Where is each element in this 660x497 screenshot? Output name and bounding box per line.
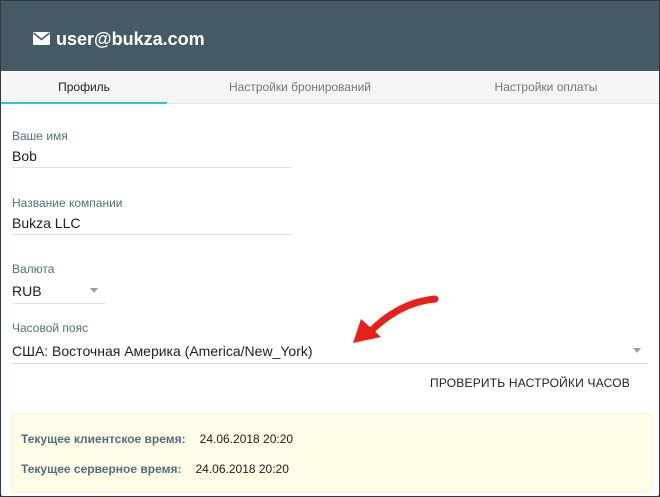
timezone-select[interactable]: США: Восточная Америка (America/New_York… (12, 341, 648, 364)
check-clock-settings-button[interactable]: ПРОВЕРИТЬ НАСТРОЙКИ ЧАСОВ (422, 374, 638, 392)
chevron-down-icon (633, 348, 641, 353)
profile-dialog: user@bukza.com Профиль Настройки брониро… (0, 0, 660, 497)
mail-icon (33, 32, 50, 45)
server-time-label: Текущее серверное время: (21, 462, 182, 476)
time-info-box: Текущее клиентское время: 24.06.2018 20:2… (11, 413, 652, 493)
company-input[interactable] (12, 212, 292, 235)
user-email: user@bukza.com (56, 29, 205, 49)
tab-payment-settings[interactable]: Настройки оплаты (433, 71, 659, 103)
tab-profile[interactable]: Профиль (1, 71, 167, 104)
name-label: Ваше имя (12, 129, 68, 143)
tab-booking-settings[interactable]: Настройки бронирований (167, 71, 433, 103)
timezone-value: США: Восточная Америка (America/New_York… (12, 343, 313, 359)
chevron-down-icon (90, 288, 98, 293)
dialog-header: user@bukza.com (1, 1, 659, 71)
server-time-row: Текущее серверное время: 24.06.2018 20:20 (21, 462, 289, 476)
server-time-value: 24.06.2018 20:20 (195, 462, 289, 476)
red-arrow-icon (353, 295, 439, 343)
client-time-row: Текущее клиентское время: 24.06.2018 20:2… (21, 432, 293, 446)
client-time-label: Текущее клиентское время: (21, 432, 186, 446)
company-label: Название компании (12, 196, 123, 210)
name-input[interactable] (12, 145, 292, 168)
tab-bar: Профиль Настройки бронирований Настройки… (1, 71, 659, 104)
currency-label: Валюта (12, 262, 55, 276)
currency-value: RUB (12, 283, 42, 299)
client-time-value: 24.06.2018 20:20 (199, 432, 294, 446)
timezone-label: Часовой пояс (12, 321, 89, 335)
currency-select[interactable]: RUB (12, 281, 105, 304)
